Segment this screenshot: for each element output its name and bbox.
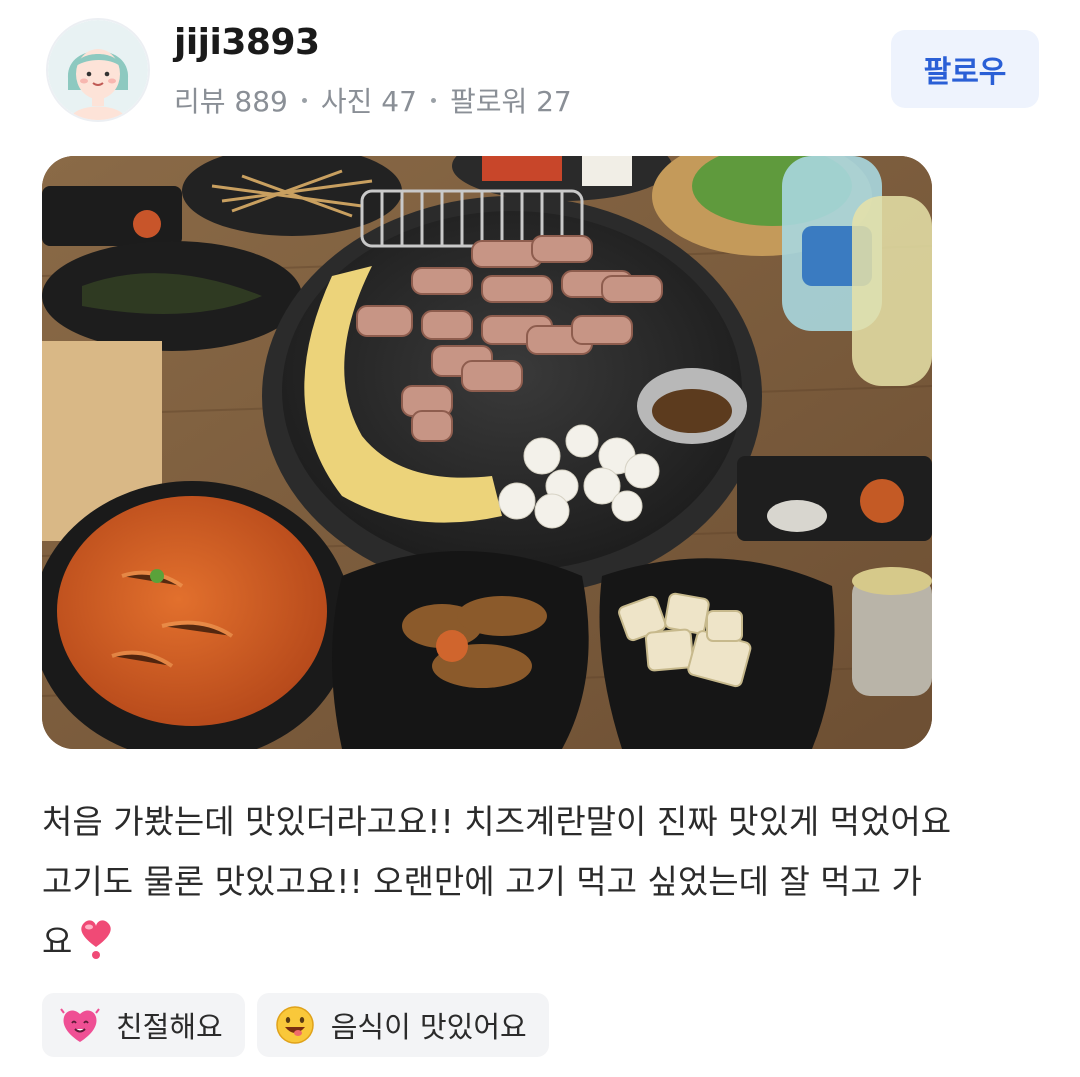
avatar-girl-icon [48, 20, 148, 120]
review-line-text: 요 [42, 922, 73, 961]
separator-dot [301, 97, 307, 103]
yum-face-icon [275, 1005, 315, 1045]
review-photo[interactable] [42, 156, 932, 749]
heart-exclamation-icon [76, 917, 116, 980]
follower-count: 팔로워 27 [449, 85, 572, 118]
follow-button[interactable]: 팔로우 [891, 30, 1039, 108]
separator-dot [430, 97, 436, 103]
user-stats: 리뷰 889 사진 47 팔로워 27 [174, 80, 572, 120]
review-line: 처음 가봤는데 맛있더라고요!! 치즈계란말이 진짜 맛있게 먹었어요 [42, 802, 952, 841]
review-count: 리뷰 889 [174, 85, 288, 118]
tag-kind[interactable]: 친절해요 [42, 993, 245, 1057]
review-line: 요 [42, 912, 1042, 980]
heart-face-icon [60, 1005, 100, 1045]
review-tags: 친절해요 음식이 맛있어요 [42, 993, 549, 1057]
avatar[interactable] [46, 18, 150, 122]
photo-count: 사진 47 [320, 85, 417, 118]
username[interactable]: jiji3893 [174, 22, 320, 63]
tag-label: 음식이 맛있어요 [330, 1010, 527, 1044]
review-text: 처음 가봤는데 맛있더라고요!! 치즈계란말이 진짜 맛있게 먹었어요 고기도 … [42, 792, 1042, 980]
review-line: 고기도 물론 맛있고요!! 오랜만에 고기 먹고 싶었는데 잘 먹고 가 [42, 862, 922, 901]
food-photo-icon [42, 156, 932, 749]
tag-label: 친절해요 [116, 1010, 223, 1044]
tag-tasty[interactable]: 음식이 맛있어요 [256, 993, 549, 1057]
